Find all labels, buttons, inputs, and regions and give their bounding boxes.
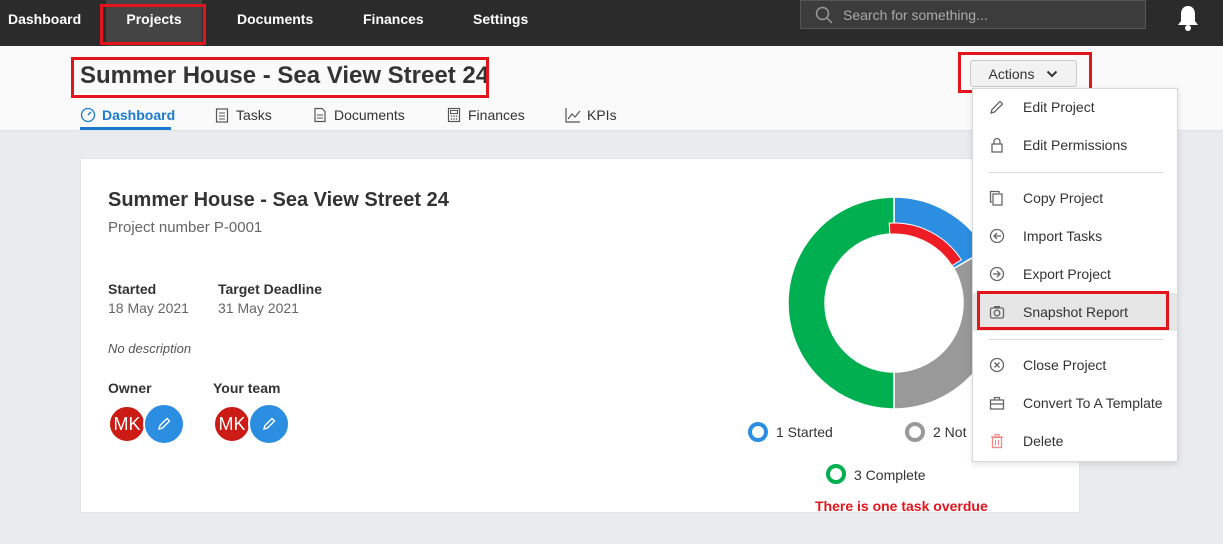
briefcase-icon	[989, 396, 1005, 410]
edit-team-button[interactable]	[248, 403, 290, 445]
menu-item-label: Snapshot Report	[1023, 304, 1129, 320]
menu-item-label: Copy Project	[1023, 190, 1104, 206]
menu-item-label: Close Project	[1023, 357, 1107, 373]
tab-documents[interactable]: Documents	[312, 104, 405, 126]
menu-item-label: Import Tasks	[1023, 228, 1103, 244]
menu-item-close-project[interactable]: Close Project	[973, 346, 1177, 384]
your-team-label: Your team	[213, 380, 281, 396]
document-icon	[314, 107, 326, 123]
owner-label: Owner	[108, 380, 152, 396]
started-value: 18 May 2021	[108, 300, 189, 316]
legend-started-marker	[748, 422, 768, 442]
nav-finances[interactable]: Finances	[363, 0, 424, 46]
team-member-avatar: MK	[213, 405, 251, 443]
legend-complete-label: 3 Complete	[854, 467, 926, 483]
menu-divider	[988, 172, 1163, 173]
tab-kpis-label: KPIs	[587, 107, 617, 123]
project-number: Project number P-0001	[108, 219, 263, 236]
donut-slice-complete	[788, 197, 895, 409]
menu-item-import-tasks[interactable]: Import Tasks	[973, 217, 1177, 255]
tab-documents-label: Documents	[334, 107, 405, 123]
menu-item-edit-permissions[interactable]: Edit Permissions	[973, 126, 1177, 164]
actions-button-label: Actions	[988, 65, 1035, 82]
owner-avatar: MK	[108, 405, 146, 443]
clipboard-icon	[215, 108, 229, 123]
nav-dashboard[interactable]: Dashboard	[8, 0, 81, 46]
menu-item-label: Edit Project	[1023, 99, 1095, 115]
legend-not-started-label: 2 Not	[933, 424, 967, 440]
nav-documents[interactable]: Documents	[237, 0, 313, 46]
pencil-icon	[262, 417, 276, 431]
menu-item-convert-to-template[interactable]: Convert To A Template	[973, 384, 1177, 422]
nav-settings[interactable]: Settings	[473, 0, 528, 46]
actions-button[interactable]: Actions	[970, 60, 1077, 87]
chevron-down-icon	[1047, 70, 1058, 77]
search-input[interactable]	[843, 4, 1133, 26]
menu-item-label: Convert To A Template	[1023, 395, 1163, 411]
lock-icon	[991, 137, 1003, 153]
tab-tasks-label: Tasks	[236, 107, 272, 123]
close-circle-icon	[989, 357, 1005, 373]
overdue-warning: There is one task overdue	[815, 498, 988, 514]
export-icon	[989, 266, 1005, 282]
menu-divider	[988, 339, 1163, 340]
menu-item-label: Export Project	[1023, 266, 1111, 282]
menu-item-delete[interactable]: Delete	[973, 422, 1177, 460]
task-status-donut-chart	[788, 197, 1000, 409]
bell-icon[interactable]	[1176, 4, 1200, 32]
copy-icon	[989, 190, 1003, 206]
legend-complete-marker	[826, 464, 846, 484]
menu-item-label: Delete	[1023, 433, 1064, 449]
menu-item-copy-project[interactable]: Copy Project	[973, 179, 1177, 217]
tab-finances-label: Finances	[468, 107, 525, 123]
menu-item-export-project[interactable]: Export Project	[973, 255, 1177, 293]
project-title: Summer House - Sea View Street 24	[108, 189, 449, 211]
tab-kpis[interactable]: KPIs	[565, 104, 617, 126]
import-icon	[989, 228, 1005, 244]
legend-not-started-marker	[905, 422, 925, 442]
target-deadline-label: Target Deadline	[218, 281, 322, 297]
nav-projects[interactable]: Projects	[106, 0, 202, 46]
menu-item-label: Edit Permissions	[1023, 137, 1128, 153]
top-navigation-bar: Dashboard Projects Documents Finances Se…	[0, 0, 1223, 46]
pencil-icon	[990, 100, 1004, 114]
search-box[interactable]	[800, 0, 1146, 29]
gauge-icon	[80, 107, 96, 123]
search-icon	[815, 6, 833, 24]
menu-item-snapshot-report[interactable]: Snapshot Report	[973, 293, 1177, 331]
page-title: Summer House - Sea View Street 24	[80, 62, 490, 89]
project-description: No description	[108, 341, 192, 356]
tab-tasks[interactable]: Tasks	[214, 104, 272, 126]
tab-finances[interactable]: Finances	[446, 104, 525, 126]
tab-dashboard[interactable]: Dashboard	[80, 104, 175, 126]
menu-item-edit-project[interactable]: Edit Project	[973, 88, 1177, 126]
pencil-icon	[157, 417, 171, 431]
trash-icon	[991, 433, 1003, 449]
started-label: Started	[108, 281, 157, 297]
calculator-icon	[447, 107, 461, 123]
tab-dashboard-label: Dashboard	[102, 107, 176, 123]
edit-owner-button[interactable]	[143, 403, 185, 445]
line-chart-icon	[565, 108, 581, 123]
legend-started-label: 1 Started	[776, 424, 833, 440]
camera-icon	[989, 306, 1005, 319]
target-deadline-value: 31 May 2021	[218, 300, 299, 316]
active-tab-indicator	[80, 127, 171, 130]
